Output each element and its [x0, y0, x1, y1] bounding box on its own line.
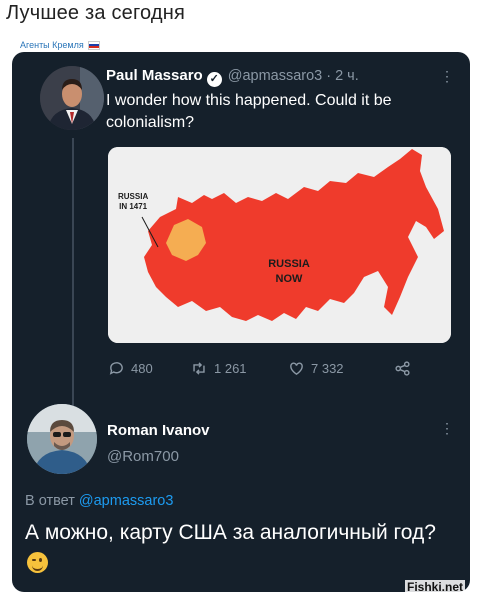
- share-action[interactable]: [394, 360, 411, 377]
- map-label-1471-line1: RUSSIA: [118, 192, 149, 201]
- map-label-now: RUSSIA NOW: [254, 257, 324, 287]
- tweet-actions: 480 1 261 7 332: [108, 360, 428, 380]
- like-count: 7 332: [311, 361, 344, 376]
- map-label-now-line2: NOW: [275, 273, 303, 285]
- tweet-card: Paul Massaro ✓ @apmassaro3 · 2 ч. ⋮ I wonder…: [12, 52, 470, 592]
- winking-face-emoji-icon: [27, 552, 48, 573]
- person-avatar-icon: [27, 404, 97, 474]
- reply-to-handle[interactable]: @apmassaro3: [79, 493, 174, 509]
- replying-to: В ответ @apmassaro3: [25, 493, 173, 509]
- map-label-1471: RUSSIA IN 1471: [118, 192, 148, 212]
- reply-author-handle[interactable]: @Rom700: [107, 448, 179, 465]
- watermark: Fishki.net: [405, 580, 466, 594]
- verified-badge-icon: ✓: [206, 72, 222, 87]
- russian-flag-icon: [87, 40, 100, 50]
- author-avatar[interactable]: [40, 66, 104, 130]
- source-label[interactable]: Агенты Кремля: [20, 40, 100, 50]
- retweet-action[interactable]: 1 261: [190, 360, 247, 377]
- reply-text: А можно, карту США за аналогичный год?: [25, 521, 436, 544]
- person-avatar-icon: [40, 66, 104, 130]
- map-label-now-line1: RUSSIA: [268, 258, 310, 270]
- reply-author-avatar[interactable]: [27, 404, 97, 474]
- tweet-time[interactable]: 2 ч.: [335, 68, 359, 84]
- retweet-icon: [193, 362, 205, 375]
- map-label-1471-line2: IN 1471: [119, 202, 148, 211]
- separator: ·: [326, 68, 332, 84]
- reply-action[interactable]: 480: [108, 360, 153, 377]
- retweet-count: 1 261: [214, 361, 247, 376]
- more-options-icon[interactable]: ⋮: [440, 68, 454, 85]
- reply-text-block: А можно, карту США за аналогичный год?: [25, 517, 445, 579]
- russia-map-graphic: [108, 147, 451, 343]
- author-name[interactable]: Paul Massaro: [106, 67, 203, 84]
- author-handle[interactable]: @apmassaro3: [228, 68, 323, 84]
- heart-icon: [290, 362, 303, 376]
- tweet-text: I wonder how this happened. Could it be …: [106, 92, 392, 131]
- share-icon: [395, 361, 410, 376]
- comment-icon: [109, 362, 123, 375]
- like-action[interactable]: 7 332: [288, 360, 344, 377]
- page-title: Лучшее за сегодня: [6, 2, 186, 24]
- tweet-image-map[interactable]: RUSSIA IN 1471 RUSSIA NOW: [108, 147, 451, 343]
- reply-prefix: В ответ: [25, 493, 75, 509]
- reply-count: 480: [131, 361, 153, 376]
- thread-line: [72, 138, 74, 450]
- reply-more-options-icon[interactable]: ⋮: [440, 420, 454, 437]
- tweet-header: Paul Massaro ✓ @apmassaro3 · 2 ч.: [106, 67, 359, 87]
- source-name: Агенты Кремля: [20, 40, 84, 50]
- reply-author-name[interactable]: Roman Ivanov: [107, 422, 210, 439]
